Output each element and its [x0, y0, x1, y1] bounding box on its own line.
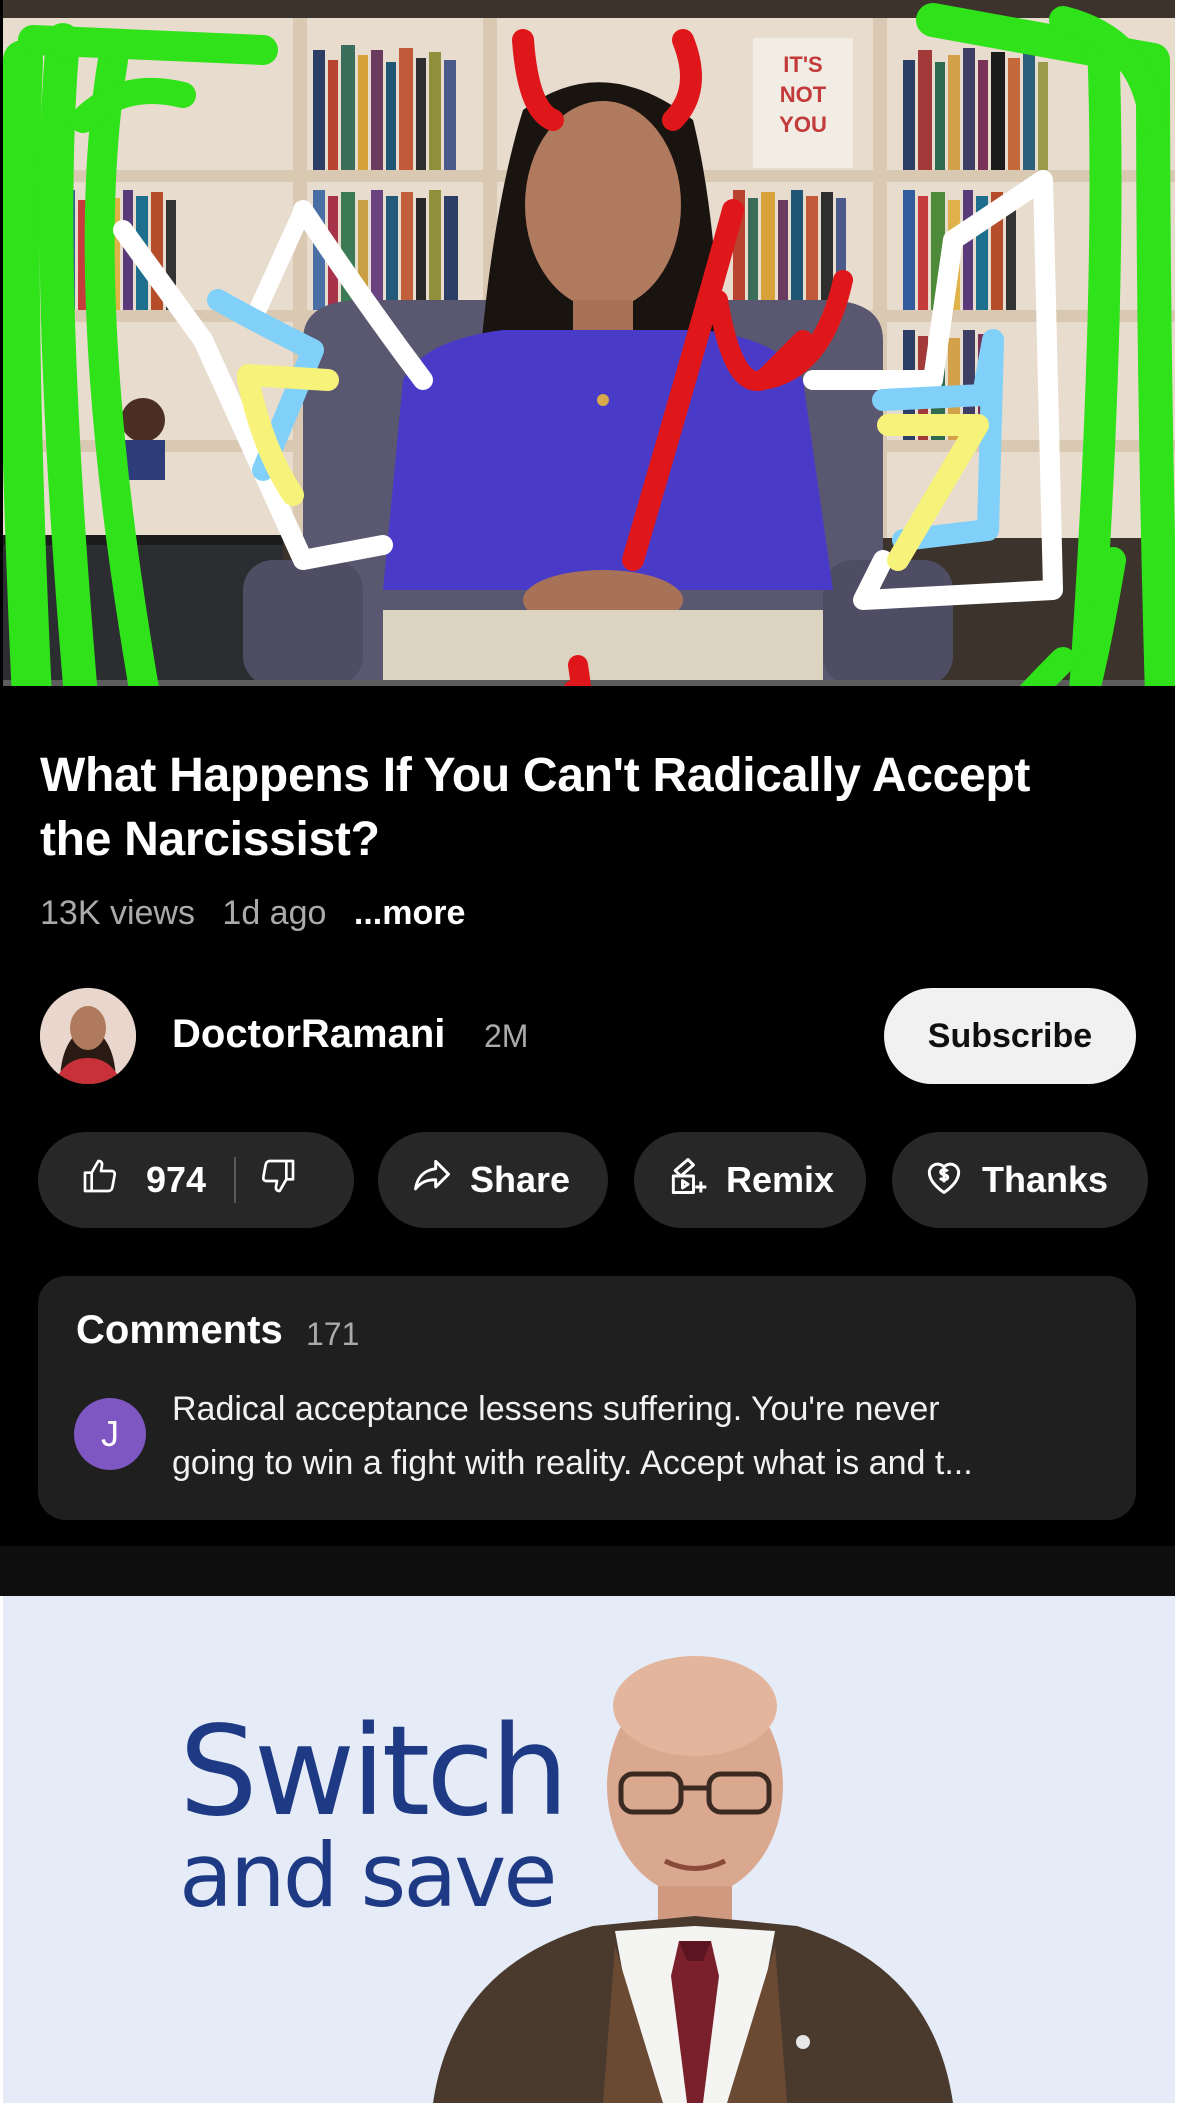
- comments-count: 171: [306, 1316, 360, 1352]
- commenter-avatar: J: [74, 1398, 146, 1470]
- video-player[interactable]: IT'S NOT YOU: [3, 0, 1175, 686]
- pill-divider: [234, 1157, 237, 1203]
- video-frame: IT'S NOT YOU: [3, 0, 1175, 686]
- section-separator: [0, 1546, 1175, 1596]
- view-count: 13K views: [40, 894, 195, 932]
- more-button[interactable]: ...more: [354, 894, 465, 932]
- video-title: What Happens If You Can't Radically Acce…: [40, 749, 1031, 866]
- ad-headline-sub: and save: [179, 1824, 558, 1927]
- svg-text:NOT: NOT: [780, 82, 827, 107]
- channel-avatar[interactable]: [40, 988, 136, 1084]
- thumbs-down-icon[interactable]: [258, 1156, 298, 1205]
- share-button[interactable]: Share: [378, 1132, 608, 1228]
- thanks-label: Thanks: [982, 1159, 1109, 1200]
- upload-age: 1d ago: [222, 894, 327, 932]
- comment-line-2: going to win a fight with reality. Accep…: [172, 1444, 973, 1482]
- comment-line-1: Radical acceptance lessens suffering. Yo…: [172, 1390, 940, 1428]
- like-dislike-pill: 974: [38, 1132, 354, 1228]
- ad-headline-main: Switch: [179, 1700, 569, 1844]
- subscribe-button[interactable]: Subscribe: [884, 988, 1136, 1084]
- top-comment-text: Radical acceptance lessens suffering. Yo…: [172, 1382, 1092, 1490]
- thanks-heart-dollar-icon: [922, 1154, 966, 1207]
- comments-panel[interactable]: Comments 171 J Radical acceptance lessen…: [38, 1276, 1136, 1520]
- remix-button[interactable]: Remix: [634, 1132, 866, 1228]
- svg-text:IT'S: IT'S: [783, 52, 822, 77]
- subscriber-count: 2M: [484, 1018, 529, 1054]
- comments-heading: Comments: [76, 1308, 283, 1352]
- channel-row: DoctorRamani 2M Subscribe: [40, 988, 1136, 1084]
- remix-icon: [666, 1154, 710, 1207]
- ad-headline: Switch and save: [179, 1710, 569, 1928]
- share-label: Share: [470, 1159, 571, 1200]
- ad-banner[interactable]: Switch and save: [3, 1596, 1175, 2103]
- like-count[interactable]: 974: [146, 1159, 206, 1201]
- channel-name[interactable]: DoctorRamani: [172, 1012, 445, 1057]
- watch-page: IT'S NOT YOU What Happens If You Can't R…: [0, 0, 1175, 1596]
- thanks-button[interactable]: Thanks: [892, 1132, 1148, 1228]
- thumbs-up-icon[interactable]: [80, 1156, 120, 1205]
- svg-text:YOU: YOU: [779, 112, 827, 137]
- video-meta: 13K views 1d ago ...more: [40, 894, 483, 933]
- share-arrow-icon: [410, 1154, 454, 1207]
- channel-avatar-image: [40, 988, 136, 1084]
- remix-label: Remix: [726, 1159, 835, 1200]
- action-bar: 974 Share Remix Thanks: [38, 1132, 1148, 1228]
